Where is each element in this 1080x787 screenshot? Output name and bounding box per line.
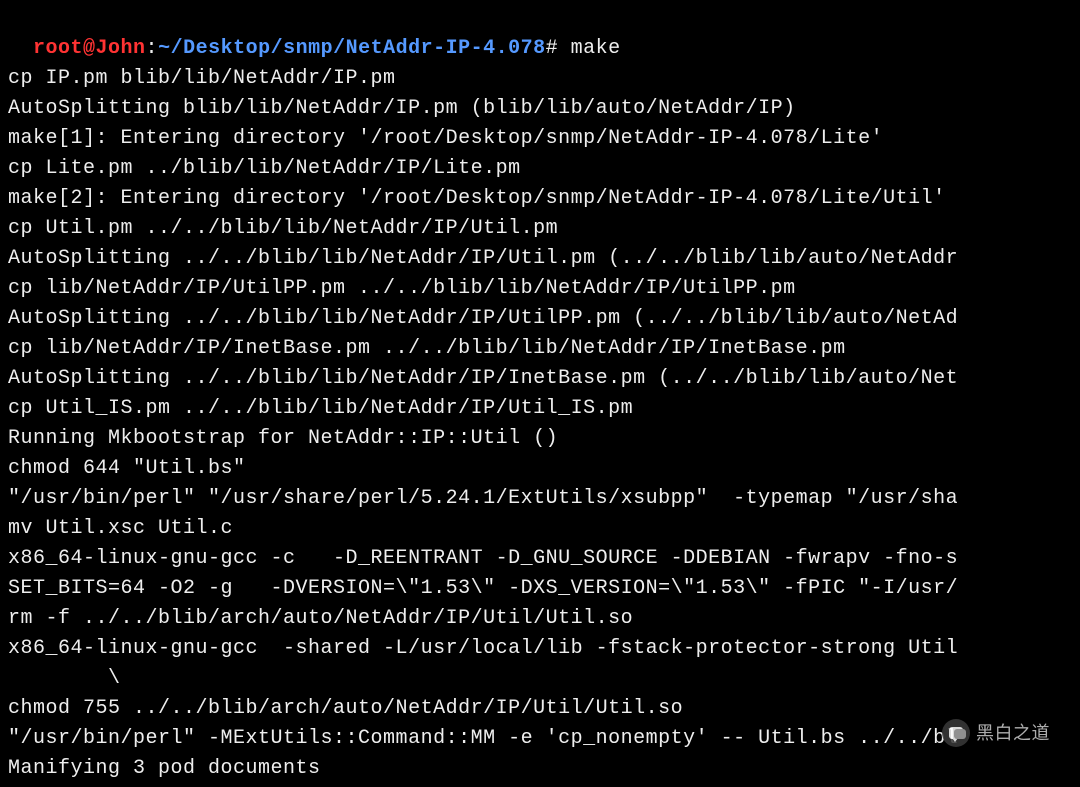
terminal-output-line: cp IP.pm blib/lib/NetAddr/IP.pm [8,64,1072,94]
terminal-output-line: Manifying 3 pod documents [8,754,1072,784]
terminal-output-line: cp lib/NetAddr/IP/UtilPP.pm ../../blib/l… [8,274,1072,304]
wechat-icon [942,719,970,747]
terminal-output-line: x86_64-linux-gnu-gcc -shared -L/usr/loca… [8,634,1072,664]
terminal-output-line: rm -f ../../blib/arch/auto/NetAddr/IP/Ut… [8,604,1072,634]
terminal-output-line: AutoSplitting blib/lib/NetAddr/IP.pm (bl… [8,94,1072,124]
prompt-command: make [558,37,621,60]
prompt-user: root@John [33,37,146,60]
watermark-text: 黑白之道 [976,720,1050,747]
watermark: 黑白之道 [942,719,1050,747]
terminal-output-line: AutoSplitting ../../blib/lib/NetAddr/IP/… [8,364,1072,394]
terminal-output-line: AutoSplitting ../../blib/lib/NetAddr/IP/… [8,244,1072,274]
prompt-sep2: # [546,37,559,60]
terminal-output-line: cp lib/NetAddr/IP/InetBase.pm ../../blib… [8,334,1072,364]
terminal-prompt-line: root@John:~/Desktop/snmp/NetAddr-IP-4.07… [8,4,1072,64]
terminal-output-line: chmod 644 "Util.bs" [8,454,1072,484]
terminal-output-line: AutoSplitting ../../blib/lib/NetAddr/IP/… [8,304,1072,334]
prompt-path: ~/Desktop/snmp/NetAddr-IP-4.078 [158,37,546,60]
prompt-sep1: : [146,37,159,60]
terminal-output-line: cp Util_IS.pm ../../blib/lib/NetAddr/IP/… [8,394,1072,424]
terminal-output-line: cp Lite.pm ../blib/lib/NetAddr/IP/Lite.p… [8,154,1072,184]
terminal-output-line: make[1]: Entering directory '/root/Deskt… [8,124,1072,154]
terminal-output-line: \ [8,664,1072,694]
terminal-output-line: x86_64-linux-gnu-gcc -c -D_REENTRANT -D_… [8,544,1072,574]
terminal-output-line: "/usr/bin/perl" -MExtUtils::Command::MM … [8,724,1072,754]
terminal-output-line: SET_BITS=64 -O2 -g -DVERSION=\"1.53\" -D… [8,574,1072,604]
terminal-output-line: cp Util.pm ../../blib/lib/NetAddr/IP/Uti… [8,214,1072,244]
terminal-output-line: "/usr/bin/perl" "/usr/share/perl/5.24.1/… [8,484,1072,514]
terminal-output-line: mv Util.xsc Util.c [8,514,1072,544]
terminal-output-line: chmod 755 ../../blib/arch/auto/NetAddr/I… [8,694,1072,724]
terminal-output-line: Running Mkbootstrap for NetAddr::IP::Uti… [8,424,1072,454]
terminal-output-line: make[2]: Entering directory '/root/Deskt… [8,184,1072,214]
